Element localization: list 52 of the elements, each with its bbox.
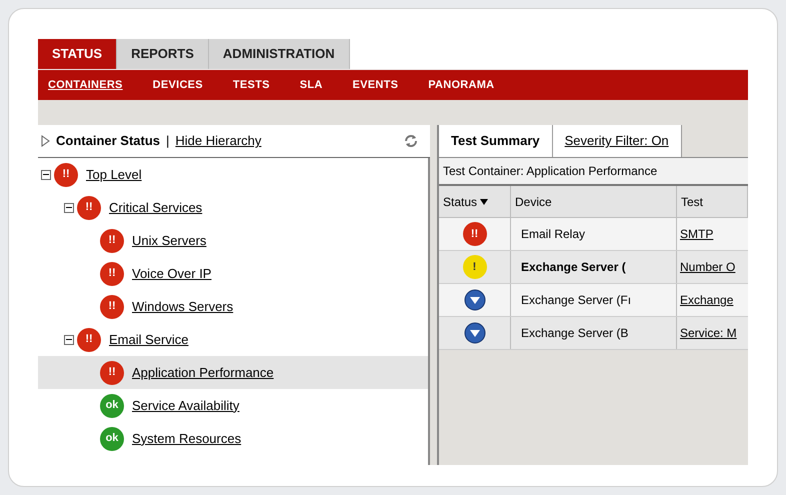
tree-item[interactable]: Application Performance [132,362,274,382]
tab[interactable]: ADMINISTRATION [208,39,350,69]
status-icon: !! [77,328,101,352]
table-cell: Exchange Server (Fı [511,284,677,316]
status-icon: !! [100,262,124,286]
tree-item[interactable]: Unix Servers [132,230,206,250]
column-header[interactable]: Status [439,186,511,217]
tab[interactable]: STATUS [38,39,118,69]
status-icon: ! [462,255,486,279]
status-icon: !! [100,228,124,252]
separator: | [166,132,170,150]
nav-link[interactable]: SLA [300,76,323,94]
nav-link[interactable]: DEVICES [152,76,203,94]
collapse-icon[interactable] [64,202,74,212]
nav-link[interactable]: EVENTS [352,76,398,94]
tab[interactable]: Test Summary [439,125,553,157]
table-cell: Exchange Server (B [511,317,677,349]
tree-item[interactable]: Critical Services [109,198,202,218]
column-header[interactable]: Device [511,186,677,217]
test-link[interactable]: Exchange [680,291,734,309]
nav-link[interactable]: TESTS [232,76,270,94]
panel-title: Container Status [56,132,160,150]
tree-item[interactable]: Windows Servers [132,296,234,316]
test-link[interactable]: Service: M [680,324,737,342]
status-icon: !! [77,196,101,220]
refresh-icon[interactable] [403,134,419,148]
hide-hierarchy-link[interactable]: Hide Hierarchy [175,131,262,151]
status-icon: !! [100,360,124,384]
test-link[interactable]: SMTP [680,225,714,243]
status-icon: !! [100,294,124,318]
tree-item[interactable]: Voice Over IP [132,264,212,284]
nav-link[interactable]: PANORAMA [428,76,494,94]
status-icon: ok [100,394,124,418]
status-icon: !! [462,222,486,246]
tree-item[interactable]: System Resources [132,428,242,448]
sort-arrow-icon [480,198,488,204]
nav-link[interactable]: CONTAINERS [48,76,123,94]
tree-item[interactable]: Top Level [86,164,142,184]
column-header[interactable]: Test [677,186,748,217]
test-link[interactable]: Number O [680,258,736,276]
status-icon: !! [54,162,78,186]
collapse-icon[interactable] [64,334,74,344]
tree-item[interactable]: Service Availability [132,396,240,416]
tab[interactable]: REPORTS [117,39,209,69]
container-label: Test Container: Application Performance [443,163,658,180]
table-cell: Email Relay [511,218,677,250]
expand-arrow-icon[interactable] [41,135,50,147]
tree-item[interactable]: Email Service [109,330,188,350]
collapse-icon[interactable] [41,170,51,180]
tab[interactable]: Severity Filter: On [552,125,682,157]
status-icon: ok [100,426,124,450]
table-cell: Exchange Server ( [511,251,677,283]
